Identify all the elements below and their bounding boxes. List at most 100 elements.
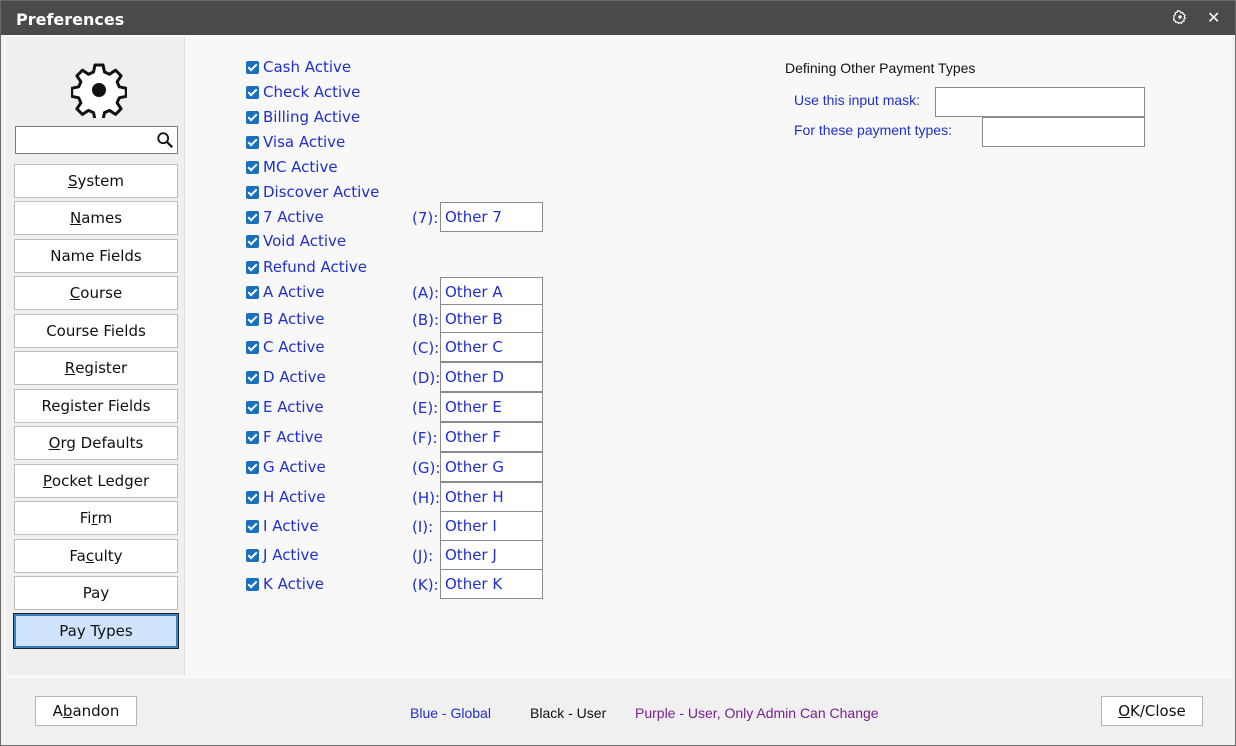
checkbox-check-active[interactable]: Check Active xyxy=(246,82,360,102)
sidebar-item-course[interactable]: Course xyxy=(14,276,178,310)
check-icon[interactable] xyxy=(246,490,259,504)
legend-user: Black - User xyxy=(530,705,607,721)
sidebar-item-course-fields[interactable]: Course Fields xyxy=(14,314,178,348)
gear-icon[interactable] xyxy=(1173,10,1187,24)
check-icon[interactable] xyxy=(246,185,259,199)
other-types-title: Defining Other Payment Types xyxy=(785,60,976,76)
other-name-input[interactable]: Other D xyxy=(440,362,543,392)
footer: Ab andon Blue - Global Black - User Purpl… xyxy=(1,679,1235,745)
sidebar-item-pay[interactable]: Pay xyxy=(14,576,178,610)
check-icon[interactable] xyxy=(246,85,259,99)
check-icon[interactable] xyxy=(246,210,259,224)
sidebar-item-pay-types[interactable]: Pay Types xyxy=(13,613,179,649)
code-label: (H): xyxy=(412,489,441,507)
other-name-input[interactable]: Other H xyxy=(440,482,543,512)
sidebar-item-register[interactable]: Register xyxy=(14,351,178,385)
sidebar-item-pocket-ledger[interactable]: Pocket Ledger xyxy=(14,464,178,498)
checkbox-e-active[interactable]: E Active xyxy=(246,397,324,417)
checkbox-label: I Active xyxy=(263,517,319,535)
check-icon[interactable] xyxy=(246,285,259,299)
code-label: (A): xyxy=(412,284,440,302)
check-icon[interactable] xyxy=(246,460,259,474)
other-name-input[interactable]: Other F xyxy=(440,422,543,452)
other-name-input[interactable]: Other I xyxy=(440,511,543,541)
sidebar-item-firm[interactable]: Fi r m xyxy=(14,501,178,535)
checkbox-label: Discover Active xyxy=(263,183,380,201)
checkbox-label: A Active xyxy=(263,283,325,301)
other-name-input[interactable]: Other G xyxy=(440,452,543,482)
check-icon[interactable] xyxy=(246,160,259,174)
check-icon[interactable] xyxy=(246,577,259,591)
check-icon[interactable] xyxy=(246,135,259,149)
search-input[interactable] xyxy=(15,126,178,154)
search-icon[interactable] xyxy=(156,131,174,149)
other-name-input[interactable]: Other J xyxy=(440,540,543,570)
checkbox-label: F Active xyxy=(263,428,323,446)
checkbox-label: Refund Active xyxy=(263,258,367,276)
other-name-input[interactable]: Other C xyxy=(440,332,543,362)
checkbox-mc-active[interactable]: MC Active xyxy=(246,157,338,177)
check-icon[interactable] xyxy=(246,548,259,562)
checkbox-k-active[interactable]: K Active xyxy=(246,574,324,594)
checkbox-b-active[interactable]: B Active xyxy=(246,309,324,329)
checkbox-c-active[interactable]: C Active xyxy=(246,337,325,357)
sidebar-item-org-defaults[interactable]: Org Defaults xyxy=(14,426,178,460)
check-icon[interactable] xyxy=(246,340,259,354)
checkbox-label: H Active xyxy=(263,488,326,506)
checkbox-7-active[interactable]: 7 Active xyxy=(246,207,324,227)
other-name-input[interactable]: Other 7 xyxy=(440,202,543,232)
code-label: (C): xyxy=(412,339,440,357)
sidebar-item-faculty[interactable]: Fa c ulty xyxy=(14,539,178,573)
check-icon[interactable] xyxy=(246,260,259,274)
checkbox-label: Check Active xyxy=(263,83,361,101)
checkbox-d-active[interactable]: D Active xyxy=(246,367,326,387)
checkbox-billing-active[interactable]: Billing Active xyxy=(246,107,360,127)
checkbox-refund-active[interactable]: Refund Active xyxy=(246,257,367,277)
check-icon[interactable] xyxy=(246,60,259,74)
checkbox-label: B Active xyxy=(263,310,325,328)
checkbox-discover-active[interactable]: Discover Active xyxy=(246,182,379,202)
checkbox-void-active[interactable]: Void Active xyxy=(246,231,346,251)
checkbox-visa-active[interactable]: Visa Active xyxy=(246,132,345,152)
check-icon[interactable] xyxy=(246,430,259,444)
code-label: (B): xyxy=(412,311,440,329)
ok-close-button[interactable]: O K/Close xyxy=(1101,696,1203,726)
payment-types-field[interactable] xyxy=(982,117,1145,147)
pay-types-panel: Cash Active Check Active Billing Active Vis… xyxy=(186,35,1232,679)
other-name-input[interactable]: Other B xyxy=(440,304,543,334)
close-icon[interactable]: ✕ xyxy=(1207,8,1220,27)
input-mask-field[interactable] xyxy=(935,87,1145,117)
checkbox-label: Billing Active xyxy=(263,108,361,126)
sidebar-item-register-fields[interactable]: Register Fields xyxy=(14,389,178,423)
checkbox-f-active[interactable]: F Active xyxy=(246,427,323,447)
other-name-input[interactable]: Other K xyxy=(440,569,543,599)
legend-global: Blue - Global xyxy=(410,705,491,721)
code-label: (K): xyxy=(412,576,439,594)
check-icon[interactable] xyxy=(246,370,259,384)
check-icon[interactable] xyxy=(246,312,259,326)
input-mask-label: Use this input mask: xyxy=(794,92,921,108)
check-icon[interactable] xyxy=(246,519,259,533)
check-icon[interactable] xyxy=(246,234,259,248)
checkbox-j-active[interactable]: J Active xyxy=(246,545,319,565)
checkbox-label: G Active xyxy=(263,458,326,476)
checkbox-g-active[interactable]: G Active xyxy=(246,457,326,477)
title-bar: Preferences ✕ xyxy=(1,1,1235,35)
code-label: (J): xyxy=(412,547,434,565)
checkbox-a-active[interactable]: A Active xyxy=(246,282,324,302)
legend-admin: Purple - User, Only Admin Can Change xyxy=(635,705,879,721)
checkbox-i-active[interactable]: I Active xyxy=(246,516,319,536)
sidebar-item-names[interactable]: Names xyxy=(14,201,178,235)
gear-icon xyxy=(71,63,127,118)
checkbox-h-active[interactable]: H Active xyxy=(246,487,325,507)
checkbox-label: E Active xyxy=(263,398,324,416)
sidebar-item-name-fields[interactable]: Name Fields xyxy=(14,239,178,273)
check-icon[interactable] xyxy=(246,400,259,414)
other-name-input[interactable]: Other E xyxy=(440,392,543,422)
check-icon[interactable] xyxy=(246,110,259,124)
abandon-button[interactable]: Ab andon xyxy=(35,696,137,726)
checkbox-label: D Active xyxy=(263,368,326,386)
sidebar-item-system[interactable]: System xyxy=(14,164,178,198)
checkbox-cash-active[interactable]: Cash Active xyxy=(246,57,351,77)
other-name-input[interactable]: Other A xyxy=(440,277,543,307)
